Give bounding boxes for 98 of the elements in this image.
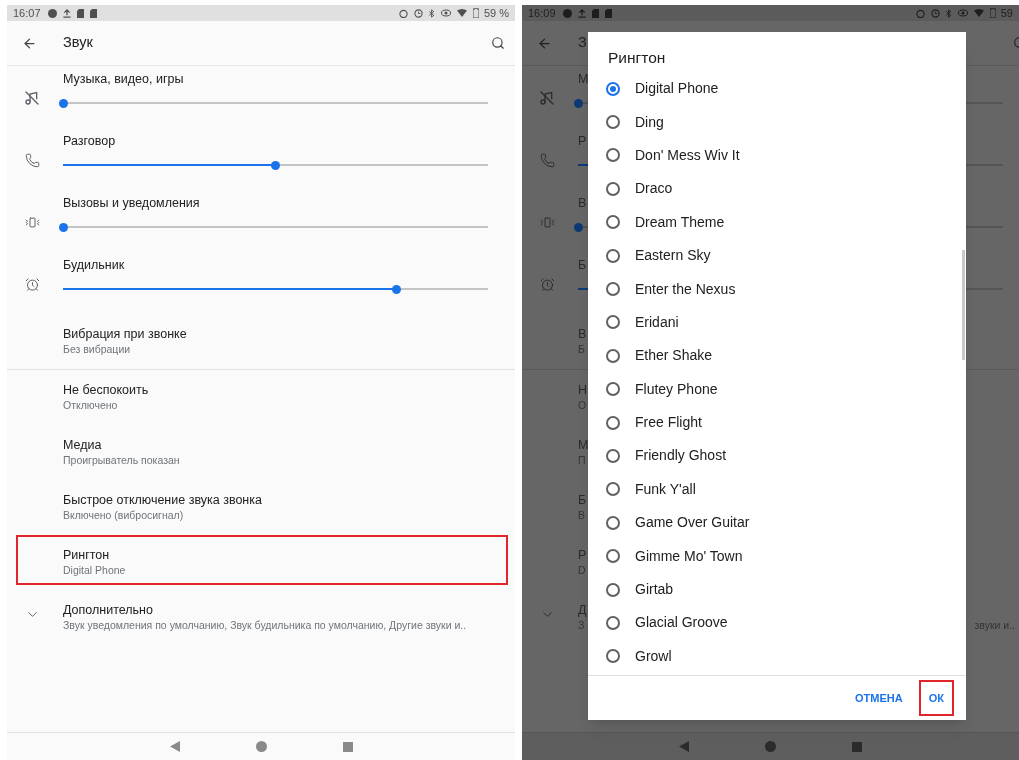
setting-title: Быстрое отключение звука звонка — [63, 492, 262, 508]
radio-button[interactable] — [606, 449, 620, 463]
ringtone-option[interactable]: Friendly Ghost — [588, 439, 958, 473]
overview-square-icon[interactable] — [342, 741, 353, 752]
radio-button[interactable] — [606, 115, 620, 130]
vibrate-icon — [24, 214, 40, 230]
setting-title: Медиа — [63, 437, 102, 453]
alarm-clock-icon — [24, 276, 40, 292]
setting-title: Рингтон — [63, 547, 110, 563]
setting-title: М — [578, 71, 589, 87]
setting-title: Вызовы и уведомления — [63, 195, 200, 211]
radio-button[interactable] — [606, 482, 620, 497]
status-time: 16:09 — [528, 5, 556, 21]
setting-subtitle: Без вибрации — [63, 342, 131, 356]
setting-title: Не беспокоить — [63, 382, 149, 398]
ringtone-option[interactable]: Growl — [588, 639, 958, 674]
screen-title: Звук — [63, 33, 94, 53]
setting-subtitle: Включено (вибросигнал) — [63, 508, 184, 522]
radio-button[interactable] — [606, 181, 620, 196]
ringtone-option[interactable]: Funk Y'all — [588, 472, 958, 507]
setting-title: Вибрация при звонке — [63, 326, 187, 342]
radio-button[interactable] — [606, 248, 620, 263]
radio-button[interactable] — [606, 315, 620, 330]
back-icon — [536, 35, 552, 51]
ringtone-option[interactable]: Gimme Mo' Town — [588, 539, 958, 573]
setting-subtitle: Проигрыватель показан — [63, 453, 180, 467]
ringtone-option[interactable]: Digital Phone — [588, 72, 958, 106]
setting-title: Р — [578, 133, 587, 149]
setting-title: В — [578, 195, 587, 211]
ringtone-option[interactable]: Eridani — [588, 305, 958, 340]
clock-icon — [413, 8, 423, 18]
alarm-clock-icon — [539, 276, 555, 292]
radio-button[interactable] — [606, 615, 620, 630]
radio-button[interactable] — [606, 348, 620, 363]
setting-title: М — [578, 437, 589, 453]
circle-icon — [47, 8, 57, 18]
setting-title: Р — [578, 547, 587, 563]
ringtone-option[interactable]: Game Over Guitar — [588, 506, 958, 540]
ringtone-option[interactable]: Dream Theme — [588, 205, 958, 239]
ringtone-option[interactable]: Don' Mess Wiv It — [588, 138, 958, 173]
radio-button[interactable] — [606, 549, 620, 564]
muted-music-icon — [539, 90, 555, 106]
setting-title: В — [578, 326, 587, 342]
ringtone-option[interactable]: Flutey Phone — [588, 372, 958, 406]
battery-icon — [989, 8, 996, 18]
search-icon — [491, 36, 505, 50]
ringtone-option[interactable]: Eastern Sky — [588, 238, 958, 273]
dialog-button[interactable]: ОТМЕНА — [847, 682, 911, 714]
setting-title: Б — [578, 257, 587, 273]
wifi-icon — [456, 9, 467, 17]
home-circle-icon[interactable] — [255, 741, 267, 752]
battery-percent: 59 % — [483, 5, 509, 21]
dialog-title: Рингтон — [607, 48, 667, 68]
circle-icon — [562, 8, 572, 18]
setting-title: Д — [578, 602, 587, 618]
setting-title: Разговор — [63, 133, 116, 149]
setting-subtitle: Digital Phone — [63, 563, 126, 577]
upload-icon — [577, 8, 586, 18]
radio-button[interactable] — [606, 649, 620, 664]
dialog-button[interactable]: ОК — [920, 682, 952, 714]
ringtone-option[interactable]: Girtab — [588, 572, 958, 607]
bluetooth-icon — [945, 8, 952, 18]
back-triangle-icon[interactable] — [169, 741, 180, 752]
radio-button[interactable] — [606, 382, 620, 397]
screen-title: З — [578, 33, 588, 53]
back-icon — [21, 35, 37, 51]
setting-title: Музыка, видео, игры — [63, 71, 184, 87]
battery-icon — [472, 8, 479, 18]
ringtone-option[interactable]: Glacial Groove — [588, 606, 958, 640]
radio-button[interactable] — [606, 582, 620, 597]
setting-title: Дополнительно — [63, 602, 153, 618]
radio-button[interactable] — [606, 415, 620, 430]
setting-title: Н — [578, 382, 588, 398]
clock-icon — [930, 8, 940, 18]
phone-icon — [539, 152, 555, 168]
radio-button[interactable] — [606, 515, 620, 530]
eye-icon — [440, 9, 451, 17]
setting-title: Б — [578, 492, 587, 508]
setting-title: Будильник — [63, 257, 125, 273]
eye-icon — [957, 9, 968, 17]
radio-button[interactable] — [606, 81, 620, 96]
radio-button[interactable] — [606, 215, 620, 230]
vibrate-icon — [539, 214, 555, 230]
phone-icon — [24, 152, 40, 168]
ringtone-option[interactable]: Free Flight — [588, 405, 958, 440]
setting-subtitle: Отключено — [63, 398, 118, 412]
radio-button[interactable] — [606, 282, 620, 297]
radio-button[interactable] — [606, 148, 620, 163]
ringtone-option[interactable]: Enter the Nexus — [588, 272, 958, 306]
bluetooth-icon — [428, 8, 435, 18]
ringtone-option[interactable]: Ding — [588, 105, 958, 139]
setting-subtitle: Звук уведомления по умолчанию, Звук будильника по умолчанию, Другие звуки и.. — [63, 618, 467, 632]
ringtone-option[interactable]: Ether Shake — [588, 339, 958, 373]
upload-icon — [62, 8, 71, 18]
status-time: 16:07 — [13, 5, 41, 21]
muted-music-icon — [24, 90, 40, 106]
ringtone-option[interactable]: Draco — [588, 172, 958, 206]
wifi-icon — [973, 9, 984, 17]
